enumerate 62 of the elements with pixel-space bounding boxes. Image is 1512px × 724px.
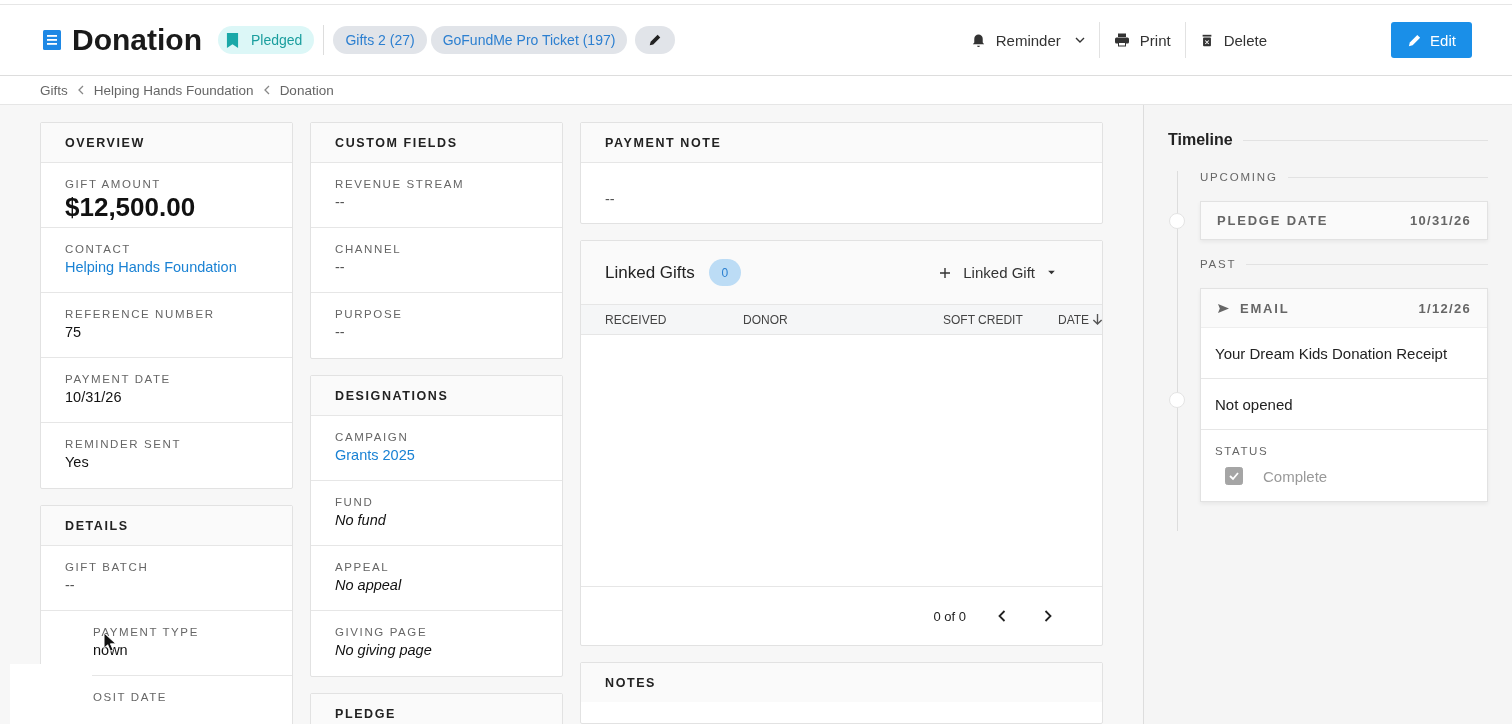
timeline-title: Timeline	[1168, 131, 1233, 149]
event-card[interactable]: PLEDGE DATE 10/31/26	[1200, 201, 1488, 240]
reminder-button[interactable]: Reminder	[964, 31, 1091, 49]
open-status: Not opened	[1201, 379, 1487, 430]
field-value: --	[335, 259, 346, 275]
field-label: REVENUE STREAM	[335, 178, 466, 190]
field-value: --	[605, 191, 616, 207]
field-label: CONTACT	[65, 243, 132, 255]
field-label: OSIT DATE	[93, 691, 169, 703]
field-value: No fund	[335, 512, 387, 528]
field-value: --	[335, 194, 346, 210]
field-label: STATUS	[1215, 445, 1270, 457]
field-label: PAYMENT DATE	[65, 373, 172, 385]
field-value: --	[65, 577, 76, 593]
card-title: DESIGNATIONS	[311, 376, 562, 416]
column-header[interactable]: DONOR	[743, 312, 788, 327]
column-header[interactable]: SOFT CREDIT	[943, 312, 1023, 327]
field-value: No giving page	[335, 642, 433, 658]
field-value: Yes	[65, 454, 90, 470]
field-label: GIFT AMOUNT	[65, 178, 162, 190]
field-label: REMINDER SENT	[65, 438, 182, 450]
field-label: PAYMENT TYPE	[93, 626, 200, 638]
field-label: REFERENCE NUMBER	[65, 308, 216, 320]
card-title: NOTES	[581, 663, 1102, 702]
add-linked-gift-button[interactable]: Linked Gift	[933, 263, 1062, 282]
field-value[interactable]: Helping Hands Foundation	[65, 259, 268, 275]
event-type: EMAIL	[1240, 300, 1290, 316]
status-badge: Pledged	[218, 26, 315, 54]
print-button[interactable]: Print	[1107, 31, 1177, 49]
card-title: CUSTOM FIELDS	[311, 123, 562, 163]
event-date: 1/12/26	[1418, 300, 1471, 316]
page-title: Donation	[72, 23, 202, 57]
field-label: GIFT BATCH	[65, 561, 150, 573]
card-title: OVERVIEW	[41, 123, 292, 163]
page-count: 0 of 0	[933, 608, 966, 624]
field-value: 75	[65, 324, 83, 340]
field-label: APPEAL	[335, 561, 391, 573]
status-text: Complete	[1263, 467, 1328, 485]
column-header[interactable]: DATE	[1058, 312, 1090, 327]
column-header[interactable]: RECEIVED	[605, 312, 667, 327]
card-title: PAYMENT NOTE	[581, 123, 1102, 163]
count-badge: 0	[708, 259, 741, 286]
field-label: FUND	[335, 496, 375, 508]
card-title: Linked Gifts	[605, 262, 695, 283]
email-subject: Your Dream Kids Donation Receipt	[1201, 328, 1487, 379]
field-value: 10/31/26	[65, 389, 123, 405]
card-title: PLEDGE	[311, 694, 562, 724]
field-value: --	[335, 324, 346, 340]
group-label: UPCOMING	[1200, 171, 1278, 183]
card-title: DETAILS	[41, 506, 292, 546]
delete-button[interactable]: Delete	[1193, 31, 1273, 49]
field-label: PURPOSE	[335, 308, 404, 320]
field-value[interactable]: Grants 2025	[335, 447, 538, 463]
breadcrumb-link[interactable]: Gifts	[40, 82, 68, 98]
field-value: nown	[93, 642, 128, 658]
field-value: No appeal	[335, 577, 403, 593]
field-label: CAMPAIGN	[335, 431, 410, 443]
field-value: $12,500.00	[65, 192, 197, 223]
field-label: CHANNEL	[335, 243, 403, 255]
group-label: PAST	[1200, 258, 1237, 270]
field-label: GIVING PAGE	[335, 626, 429, 638]
breadcrumb-link[interactable]: Helping Hands Foundation	[93, 82, 254, 98]
